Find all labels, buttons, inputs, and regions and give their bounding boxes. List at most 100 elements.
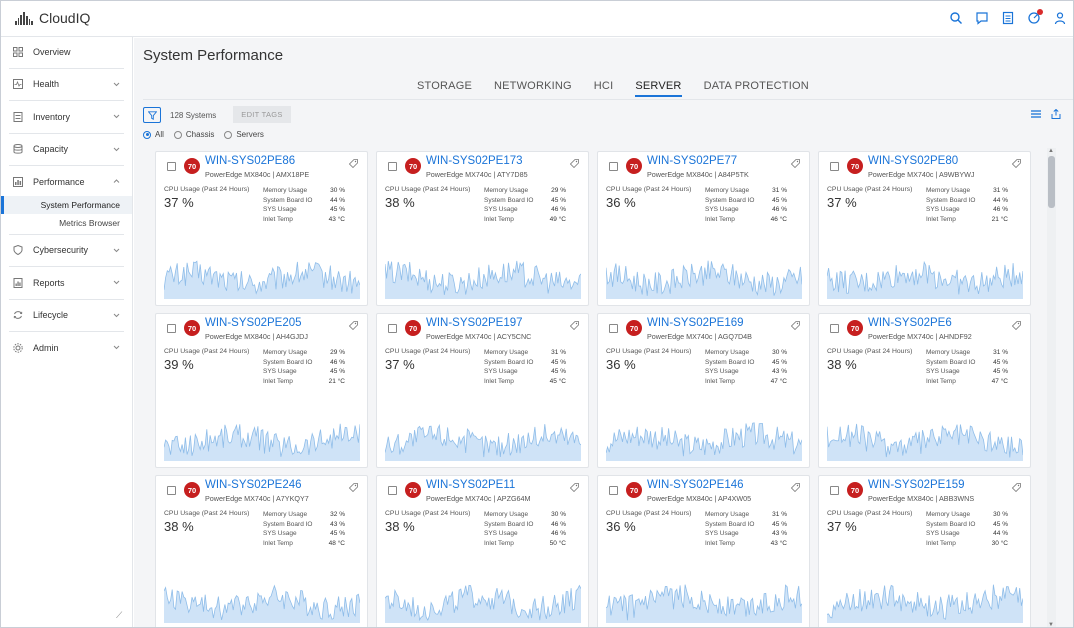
- tag-icon[interactable]: [349, 159, 358, 168]
- tag-icon[interactable]: [349, 483, 358, 492]
- edit-tags-button[interactable]: EDIT TAGS: [233, 106, 291, 123]
- list-icon[interactable]: [1001, 11, 1015, 25]
- system-card[interactable]: 70 WIN-SYS02PE86 PowerEdge MX840c | AMX1…: [155, 151, 368, 306]
- system-name-link[interactable]: WIN-SYS02PE169: [647, 317, 744, 329]
- select-checkbox[interactable]: [388, 486, 397, 495]
- tag-icon[interactable]: [791, 159, 800, 168]
- system-card[interactable]: 70 WIN-SYS02PE205 PowerEdge MX840c | AH4…: [155, 313, 368, 468]
- sys-usage-row: SYS Usage 43 %: [705, 530, 787, 537]
- scrollbar-thumb[interactable]: [1048, 156, 1055, 208]
- select-checkbox[interactable]: [609, 324, 618, 333]
- system-name-link[interactable]: WIN-SYS02PE80: [868, 155, 958, 167]
- tag-icon[interactable]: [1012, 321, 1021, 330]
- system-card[interactable]: 70 WIN-SYS02PE173 PowerEdge MX740c | ATY…: [376, 151, 589, 306]
- tab-data-protection[interactable]: DATA PROTECTION: [704, 80, 809, 97]
- health-score-badge: 70: [626, 482, 642, 498]
- health-score-badge: 70: [626, 158, 642, 174]
- system-card[interactable]: 70 WIN-SYS02PE159 PowerEdge MX840c | ABB…: [818, 475, 1031, 627]
- system-card[interactable]: 70 WIN-SYS02PE77 PowerEdge MX840c | A84P…: [597, 151, 810, 306]
- system-name-link[interactable]: WIN-SYS02PE159: [868, 479, 965, 491]
- list-view-icon[interactable]: [1031, 109, 1041, 119]
- select-checkbox[interactable]: [830, 324, 839, 333]
- tab-networking[interactable]: NETWORKING: [494, 80, 572, 97]
- sidebar-item-capacity[interactable]: Capacity: [1, 136, 132, 164]
- select-checkbox[interactable]: [167, 162, 176, 171]
- tag-icon[interactable]: [1012, 159, 1021, 168]
- sidebar-item-label: Admin: [33, 342, 59, 353]
- system-name-link[interactable]: WIN-SYS02PE77: [647, 155, 737, 167]
- sidebar-item-label: Cybersecurity: [33, 245, 89, 256]
- tag-icon[interactable]: [791, 321, 800, 330]
- admin-icon: [13, 343, 23, 353]
- grid-scrollbar[interactable]: ▲ ▼: [1047, 148, 1056, 627]
- system-model: PowerEdge MX740c | A9WBYWJ: [868, 170, 975, 179]
- system-name-link[interactable]: WIN-SYS02PE11: [426, 479, 515, 491]
- tab-storage[interactable]: STORAGE: [417, 80, 472, 97]
- sidebar-item-performance[interactable]: Performance: [1, 168, 132, 196]
- sidebar-item-admin[interactable]: Admin: [1, 334, 132, 362]
- system-name-link[interactable]: WIN-SYS02PE205: [205, 317, 302, 329]
- system-name-link[interactable]: WIN-SYS02PE197: [426, 317, 523, 329]
- sidebar-subitem-metrics-browser[interactable]: Metrics Browser: [1, 214, 132, 232]
- notification-dot: [1037, 9, 1043, 15]
- system-name-link[interactable]: WIN-SYS02PE86: [205, 155, 295, 167]
- export-icon[interactable]: [1051, 109, 1061, 119]
- system-card[interactable]: 70 WIN-SYS02PE80 PowerEdge MX740c | A9WB…: [818, 151, 1031, 306]
- radio-all[interactable]: All: [143, 130, 164, 139]
- select-checkbox[interactable]: [609, 486, 618, 495]
- sidebar-item-health[interactable]: Health: [1, 71, 132, 99]
- tag-icon[interactable]: [570, 483, 579, 492]
- system-name-link[interactable]: WIN-SYS02PE6: [868, 317, 952, 329]
- health-icon: [13, 79, 23, 90]
- sidebar-item-cybersecurity[interactable]: Cybersecurity: [1, 237, 132, 265]
- system-name-link[interactable]: WIN-SYS02PE146: [647, 479, 744, 491]
- sidebar: Overview Health Inventory Capacity Perfo…: [1, 37, 133, 627]
- app-logo[interactable]: CloudIQ: [15, 10, 90, 26]
- cpu-usage-value: 39 %: [164, 357, 194, 372]
- tag-icon[interactable]: [570, 321, 579, 330]
- select-checkbox[interactable]: [609, 162, 618, 171]
- metrics-list: Memory Usage 31 % System Board IO 44 % SYS…: [926, 186, 1008, 224]
- tag-icon[interactable]: [1012, 483, 1021, 492]
- system-card[interactable]: 70 WIN-SYS02PE11 PowerEdge MX740c | APZG…: [376, 475, 589, 627]
- tag-icon[interactable]: [570, 159, 579, 168]
- select-checkbox[interactable]: [167, 324, 176, 333]
- select-checkbox[interactable]: [830, 162, 839, 171]
- select-checkbox[interactable]: [167, 486, 176, 495]
- tag-icon[interactable]: [349, 321, 358, 330]
- sys-usage-row: SYS Usage 46 %: [484, 530, 566, 537]
- select-checkbox[interactable]: [388, 162, 397, 171]
- metrics-list: Memory Usage 30 % System Board IO 45 % SYS…: [926, 510, 1008, 548]
- user-icon[interactable]: [1053, 11, 1067, 25]
- system-card[interactable]: 70 WIN-SYS02PE6 PowerEdge MX740c | AHNDF…: [818, 313, 1031, 468]
- system-card[interactable]: 70 WIN-SYS02PE169 PowerEdge MX740c | AGQ…: [597, 313, 810, 468]
- inlet-temp-row: Inlet Temp 46 °C: [705, 215, 787, 223]
- select-checkbox[interactable]: [830, 486, 839, 495]
- sidebar-item-lifecycle[interactable]: Lifecycle: [1, 302, 132, 330]
- inlet-temp-row: Inlet Temp 21 °C: [926, 215, 1008, 223]
- system-card[interactable]: 70 WIN-SYS02PE197 PowerEdge MX740c | ACY…: [376, 313, 589, 468]
- system-name-link[interactable]: WIN-SYS02PE173: [426, 155, 523, 167]
- tab-server[interactable]: SERVER: [635, 80, 682, 97]
- radio-chassis[interactable]: Chassis: [173, 130, 214, 139]
- radio-servers[interactable]: Servers: [224, 130, 264, 139]
- system-model: PowerEdge MX740c | APZG64M: [426, 494, 531, 503]
- system-card[interactable]: 70 WIN-SYS02PE246 PowerEdge MX740c | A7Y…: [155, 475, 368, 627]
- sidebar-item-reports[interactable]: Reports: [1, 269, 132, 297]
- sparkline-area: [827, 262, 1023, 299]
- sidebar-item-overview[interactable]: Overview: [1, 38, 132, 66]
- sidebar-item-inventory[interactable]: Inventory: [1, 103, 132, 131]
- sidebar-subitem-system-performance[interactable]: System Performance: [1, 195, 132, 214]
- tab-hci[interactable]: HCI: [594, 80, 614, 97]
- alerts-icon[interactable]: [1027, 9, 1043, 25]
- select-checkbox[interactable]: [388, 324, 397, 333]
- tag-icon[interactable]: [791, 483, 800, 492]
- cpu-sparkline: [385, 577, 581, 623]
- system-card[interactable]: 70 WIN-SYS02PE146 PowerEdge MX840c | AP4…: [597, 475, 810, 627]
- search-icon[interactable]: [949, 11, 963, 25]
- chat-icon[interactable]: [975, 11, 989, 25]
- filter-button[interactable]: [143, 107, 161, 123]
- system-name-link[interactable]: WIN-SYS02PE246: [205, 479, 302, 491]
- collapse-sidebar-icon[interactable]: ⟋: [116, 610, 122, 621]
- cpu-sparkline: [164, 415, 360, 461]
